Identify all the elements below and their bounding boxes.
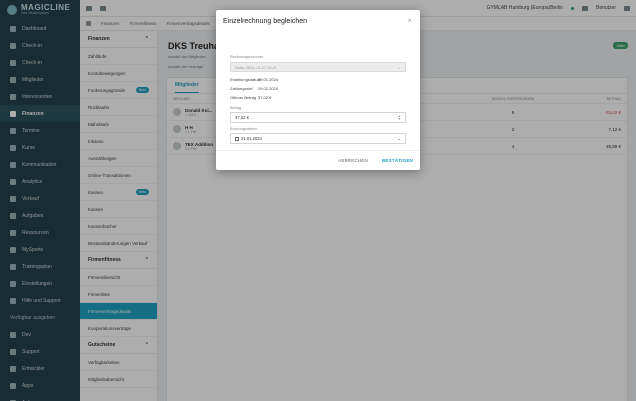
settle-invoice-dialog: Einzelrechnung begleichen × Rechnungsnum… (216, 10, 420, 170)
info-key: Erstellungsdatum (230, 77, 261, 82)
info-value: 29.01.2024 (258, 77, 279, 82)
invoice-number-select: Nolte-2024-13-27-51-R ⌄ (230, 62, 406, 72)
amount-label: Betrag (230, 106, 242, 110)
close-icon[interactable]: × (407, 16, 412, 25)
booking-date-label: Buchungsdatum (230, 127, 258, 131)
booking-date-value: 31.01.2024 (241, 136, 262, 141)
amount-input[interactable]: 37,02 € ▲ ▼ (230, 112, 406, 123)
confirm-button[interactable]: BESTÄTIGEN (382, 158, 413, 163)
invoice-number-label: Rechnungsnummer (230, 55, 264, 59)
info-open-amount: Offener Betrag 37,02 € (230, 95, 271, 100)
info-due-date: Zahlungsziel 29.02.2024 (230, 86, 278, 91)
invoice-number-value: Nolte-2024-13-27-51-R (235, 64, 277, 70)
chevron-down-icon: ⌄ (397, 64, 401, 70)
booking-date-picker[interactable]: 31.01.2024 ⌄ (230, 133, 406, 144)
dialog-footer: ABBRECHEN BESTÄTIGEN (216, 150, 420, 170)
info-key: Offener Betrag (230, 95, 257, 100)
info-value: 29.02.2024 (258, 86, 279, 91)
stepper-down-icon[interactable]: ▼ (398, 117, 401, 121)
cancel-button[interactable]: ABBRECHEN (338, 158, 368, 163)
info-key: Zahlungsziel (230, 86, 253, 91)
info-value: 37,02 € (258, 95, 272, 100)
dialog-title: Einzelrechnung begleichen (223, 18, 308, 25)
chevron-down-icon: ⌄ (397, 136, 401, 141)
calendar-icon (235, 136, 239, 141)
amount-value: 37,02 € (235, 115, 249, 120)
info-created-date: Erstellungsdatum 29.01.2024 (230, 77, 278, 82)
amount-stepper[interactable]: ▲ ▼ (398, 114, 401, 121)
